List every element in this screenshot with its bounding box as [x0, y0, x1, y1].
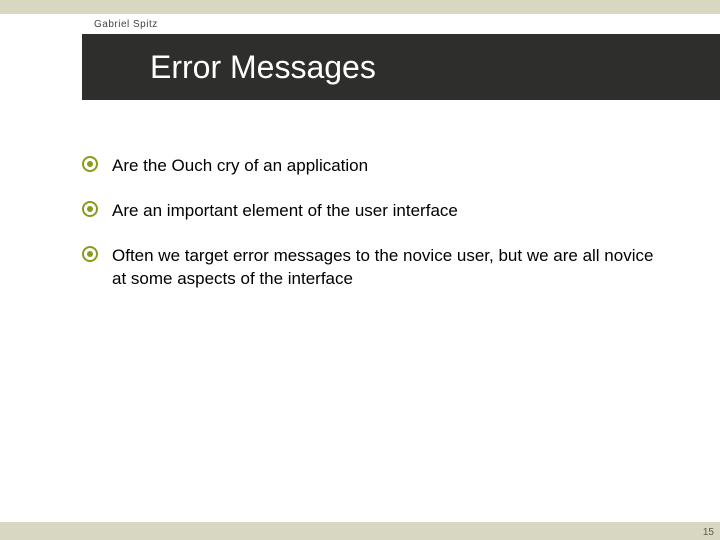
author-name: Gabriel Spitz: [94, 19, 158, 30]
list-item: Are the Ouch cry of an application: [82, 155, 672, 178]
author-area: Gabriel Spitz: [82, 14, 720, 34]
list-item: Often we target error messages to the no…: [82, 245, 672, 291]
target-bullet-icon: [82, 201, 98, 217]
target-bullet-icon: [82, 246, 98, 262]
list-item: Are an important element of the user int…: [82, 200, 672, 223]
slide: Gabriel Spitz Error Messages Are the Ouc…: [0, 0, 720, 540]
bottom-accent-bar: [0, 522, 720, 540]
bullet-text: Often we target error messages to the no…: [112, 245, 672, 291]
content-area: Are the Ouch cry of an application Are a…: [82, 155, 672, 313]
bullet-text: Are an important element of the user int…: [112, 200, 458, 223]
page-number: 15: [703, 527, 714, 538]
top-accent-bar: [0, 0, 720, 14]
slide-title: Error Messages: [150, 49, 376, 86]
target-bullet-icon: [82, 156, 98, 172]
title-bar: Error Messages: [82, 34, 720, 100]
bullet-text: Are the Ouch cry of an application: [112, 155, 368, 178]
